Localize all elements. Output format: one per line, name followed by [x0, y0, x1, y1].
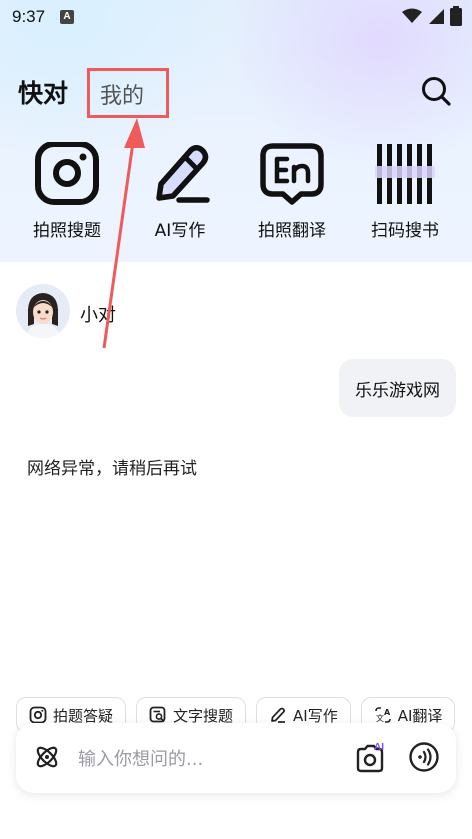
bot-avatar[interactable] — [16, 284, 70, 338]
text-search-icon — [149, 706, 166, 723]
chat-input-bar[interactable]: 输入你想问的... AI — [16, 723, 456, 793]
status-time: 9:37 — [12, 7, 46, 26]
translate-en-icon — [260, 143, 324, 205]
app-title: 快对 — [18, 79, 69, 108]
tool-label: 拍照搜题 — [33, 221, 101, 241]
tool-label: 扫码搜书 — [371, 221, 439, 241]
wifi-icon — [402, 8, 422, 23]
status-icons — [402, 6, 462, 26]
status-bar: 9:37 A — [0, 0, 472, 34]
voice-icon[interactable] — [408, 741, 440, 773]
svg-text:A: A — [384, 708, 391, 717]
tool-label: AI写作 — [154, 221, 206, 241]
avatar-girl-icon — [16, 284, 70, 338]
bot-message: 网络异常，请稍后再试 — [27, 459, 197, 479]
search-icon[interactable] — [418, 73, 454, 109]
signal-icon — [429, 9, 444, 24]
pencil-icon — [271, 707, 286, 723]
notification-icon: A — [60, 10, 74, 24]
camera-lens-icon — [35, 142, 99, 205]
tool-label: 拍照翻译 — [258, 221, 326, 241]
tool-ai-writing[interactable]: AI写作 — [125, 142, 235, 241]
svg-text:文: 文 — [376, 713, 384, 723]
tool-row: 拍照搜题 AI写作 拍照翻译 扫码搜书 — [0, 142, 472, 242]
tool-photo-search[interactable]: 拍照搜题 — [12, 142, 122, 241]
tool-photo-translate[interactable]: 拍照翻译 — [237, 142, 347, 241]
chat-input-placeholder[interactable]: 输入你想问的... — [78, 745, 203, 771]
bot-name: 小对 — [80, 305, 116, 326]
barcode-icon — [375, 144, 435, 204]
battery-icon — [450, 6, 462, 26]
camera-lens-icon — [29, 706, 47, 724]
user-message-bubble: 乐乐游戏网 — [339, 359, 456, 417]
atom-icon[interactable] — [32, 742, 62, 772]
annotation-highlight-box — [87, 68, 169, 118]
tool-scan-book[interactable]: 扫码搜书 — [350, 142, 460, 241]
pencil-icon — [156, 145, 210, 203]
ai-badge: AI — [374, 742, 384, 753]
translate-icon: 文 A — [374, 707, 391, 723]
ai-camera-icon[interactable]: AI — [354, 740, 390, 774]
